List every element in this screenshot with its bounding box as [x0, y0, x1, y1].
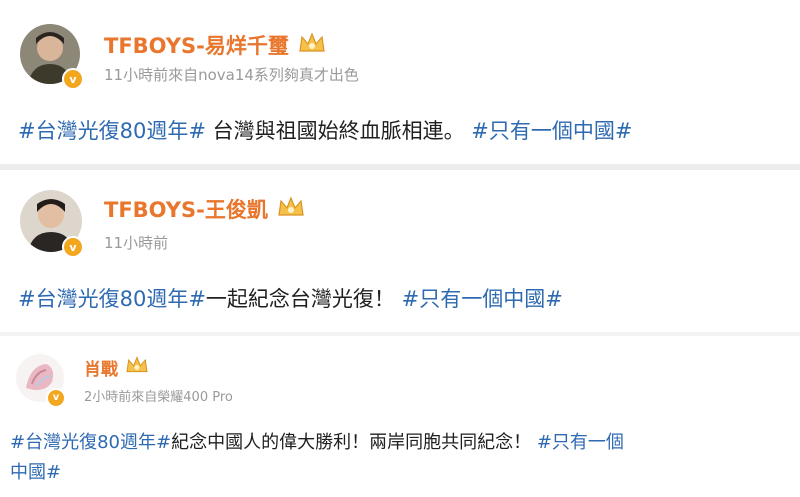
weibo-post-2: v TFBOYS-王俊凱 11小時前 #台灣光復80週年#一起紀念台灣光復！ #… — [0, 170, 800, 335]
author-name[interactable]: TFBOYS-王俊凱 — [104, 194, 268, 224]
author-name[interactable]: TFBOYS-易烊千璽 — [104, 30, 289, 60]
verified-badge-icon: v — [62, 68, 84, 90]
hashtag-link[interactable]: #只有一個中國# — [402, 287, 563, 311]
post-text: 台灣與祖國始終血脈相連。 — [205, 119, 472, 143]
post-content: #台灣光復80週年# 台灣與祖國始終血脈相連。 #只有一個中國# — [18, 115, 632, 145]
verified-badge-icon: v — [46, 388, 66, 408]
hashtag-link[interactable]: #只有一個 — [537, 432, 624, 453]
hashtag-link[interactable]: 中國# — [10, 462, 61, 483]
post-meta: 11小時前來自nova14系列夠真才出色 — [104, 66, 359, 84]
crown-icon — [124, 355, 150, 379]
hashtag-link[interactable]: #台灣光復80週年# — [18, 287, 206, 311]
post-meta: 11小時前 — [104, 234, 169, 252]
post-content: #台灣光復80週年#紀念中國人的偉大勝利！兩岸同胞共同紀念！ #只有一個 中國# — [10, 428, 624, 488]
verified-badge-icon: v — [62, 236, 84, 258]
hashtag-link[interactable]: #台灣光復80週年# — [10, 432, 171, 453]
post-content: #台灣光復80週年#一起紀念台灣光復！ #只有一個中國# — [18, 283, 563, 313]
post-text: 紀念中國人的偉大勝利！兩岸同胞共同紀念！ — [171, 432, 537, 453]
post-meta: 2小時前來自榮耀400 Pro — [84, 390, 233, 405]
post-text: 一起紀念台灣光復！ — [205, 287, 402, 311]
hashtag-link[interactable]: #只有一個中國# — [471, 119, 632, 143]
weibo-post-1: v TFBOYS-易烊千璽 11小時前來自nova14系列夠真才出色 #台灣光復… — [0, 0, 800, 160]
author-name[interactable]: 肖戰 — [84, 355, 118, 380]
crown-icon — [276, 195, 306, 223]
crown-icon — [297, 31, 327, 59]
hashtag-link[interactable]: #台灣光復80週年# — [18, 119, 206, 143]
weibo-post-3: v 肖戰 2小時前來自榮耀400 Pro #台灣光復80週年#紀念中國人的偉大勝… — [0, 336, 800, 497]
